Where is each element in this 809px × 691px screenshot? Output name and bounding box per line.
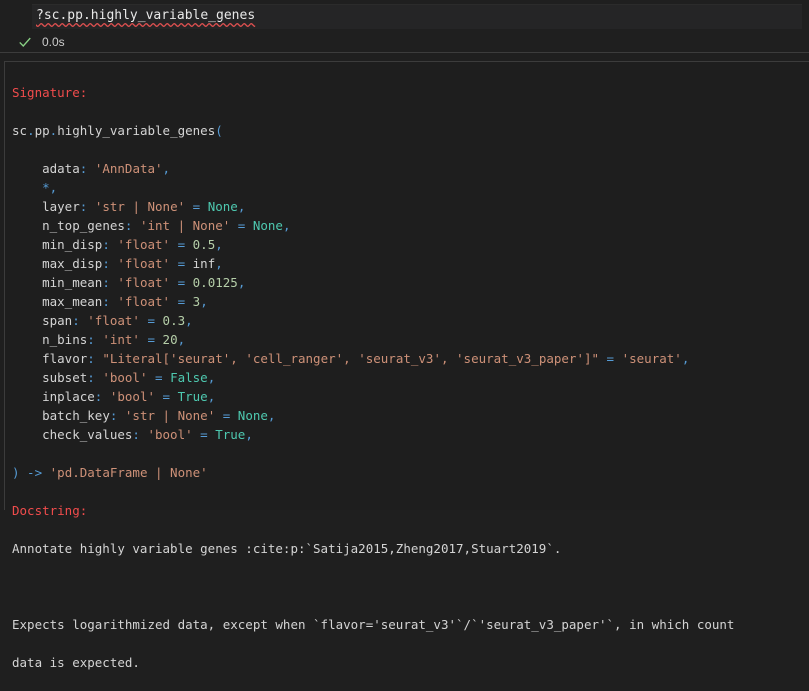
param-default: 20 bbox=[162, 332, 178, 347]
param-name: n_top_genes bbox=[42, 218, 125, 233]
param-default: 0.5 bbox=[192, 237, 216, 252]
param-type: 'AnnData' bbox=[94, 161, 163, 176]
signature-head: sc.pp.highly_variable_genes( bbox=[12, 123, 223, 138]
param-line: subset: 'bool' = False, bbox=[42, 370, 216, 385]
param-default: None bbox=[207, 199, 238, 214]
param-line: inplace: 'bool' = True, bbox=[42, 389, 216, 404]
param-name: span bbox=[42, 313, 73, 328]
cell-divider bbox=[0, 52, 809, 53]
param-line: max_disp: 'float' = inf, bbox=[42, 256, 223, 271]
execution-status: 0.0s bbox=[18, 33, 65, 51]
return-annotation: ) -> 'pd.DataFrame | None' bbox=[12, 463, 734, 482]
param-line: flavor: "Literal['seurat', 'cell_ranger'… bbox=[42, 351, 690, 366]
param-line: span: 'float' = 0.3, bbox=[42, 313, 193, 328]
param-line: batch_key: 'str | None' = None, bbox=[42, 408, 276, 423]
param-name: * bbox=[42, 180, 50, 195]
docstring-line-1: Annotate highly variable genes :cite:p:`… bbox=[12, 541, 562, 556]
parameter-list: adata: 'AnnData', *, layer: 'str | None'… bbox=[12, 159, 734, 444]
param-line: max_mean: 'float' = 3, bbox=[42, 294, 208, 309]
param-default: 0.0125 bbox=[192, 275, 238, 290]
param-name: subset bbox=[42, 370, 88, 385]
param-type: 'float' bbox=[117, 237, 171, 252]
param-default: None bbox=[252, 218, 283, 233]
param-line: adata: 'AnnData', bbox=[42, 161, 171, 176]
docstring-label: Docstring: bbox=[12, 503, 88, 518]
param-type: 'float' bbox=[117, 256, 171, 271]
param-type: 'int | None' bbox=[139, 218, 231, 233]
param-name: inplace bbox=[42, 389, 95, 404]
code-cell[interactable]: ?sc.pp.highly_variable_genes 0.0s bbox=[0, 0, 809, 52]
param-type: 'str | None' bbox=[124, 408, 216, 423]
param-type: 'int' bbox=[102, 332, 140, 347]
param-name: n_bins bbox=[42, 332, 88, 347]
param-type: 'bool' bbox=[102, 370, 148, 385]
param-name: min_mean bbox=[42, 275, 103, 290]
param-type: "Literal['seurat', 'cell_ranger', 'seura… bbox=[102, 351, 600, 366]
param-default: True bbox=[177, 389, 208, 404]
param-name: batch_key bbox=[42, 408, 110, 423]
param-name: layer bbox=[42, 199, 80, 214]
return-arrow: ) -> bbox=[12, 465, 50, 480]
param-type: 'float' bbox=[117, 275, 171, 290]
output-text: Signature: sc.pp.highly_variable_genes( … bbox=[12, 64, 734, 691]
param-default: inf bbox=[192, 256, 216, 271]
param-line: check_values: 'bool' = True, bbox=[42, 427, 253, 442]
return-type: 'pd.DataFrame | None' bbox=[49, 465, 208, 480]
param-name: adata bbox=[42, 161, 80, 176]
param-default: False bbox=[170, 370, 208, 385]
param-name: flavor bbox=[42, 351, 88, 366]
param-name: check_values bbox=[42, 427, 133, 442]
param-line: min_mean: 'float' = 0.0125, bbox=[42, 275, 246, 290]
signature-label: Signature: bbox=[12, 85, 88, 100]
function-name: highly_variable_genes bbox=[57, 123, 216, 138]
module-pp: pp bbox=[34, 123, 50, 138]
param-type: 'str | None' bbox=[94, 199, 186, 214]
param-line: *, bbox=[42, 180, 58, 195]
param-default: 'seurat' bbox=[621, 351, 682, 366]
param-default: None bbox=[237, 408, 268, 423]
param-type: 'float' bbox=[117, 294, 171, 309]
param-line: min_disp: 'float' = 0.5, bbox=[42, 237, 223, 252]
param-name: min_disp bbox=[42, 237, 103, 252]
param-type: 'float' bbox=[87, 313, 140, 328]
docstring-line-2 bbox=[12, 577, 734, 596]
param-default: 0.3 bbox=[162, 313, 186, 328]
docstring-line-4: data is expected. bbox=[12, 655, 140, 670]
param-name: max_mean bbox=[42, 294, 103, 309]
module-sc: sc bbox=[12, 123, 28, 138]
param-type: 'bool' bbox=[147, 427, 193, 442]
param-name: max_disp bbox=[42, 256, 103, 271]
check-icon bbox=[19, 37, 31, 47]
param-line: layer: 'str | None' = None, bbox=[42, 199, 246, 214]
execution-time: 0.0s bbox=[42, 35, 65, 49]
param-line: n_top_genes: 'int | None' = None, bbox=[42, 218, 291, 233]
code-text: ?sc.pp.highly_variable_genes bbox=[36, 8, 256, 23]
param-type: 'bool' bbox=[109, 389, 156, 404]
cell-output: Signature: sc.pp.highly_variable_genes( … bbox=[4, 61, 809, 670]
docstring-line-3: Expects logarithmized data, except when … bbox=[12, 617, 735, 632]
code-editor-line[interactable]: ?sc.pp.highly_variable_genes bbox=[32, 4, 802, 29]
param-default: True bbox=[215, 427, 246, 442]
param-line: n_bins: 'int' = 20, bbox=[42, 332, 186, 347]
